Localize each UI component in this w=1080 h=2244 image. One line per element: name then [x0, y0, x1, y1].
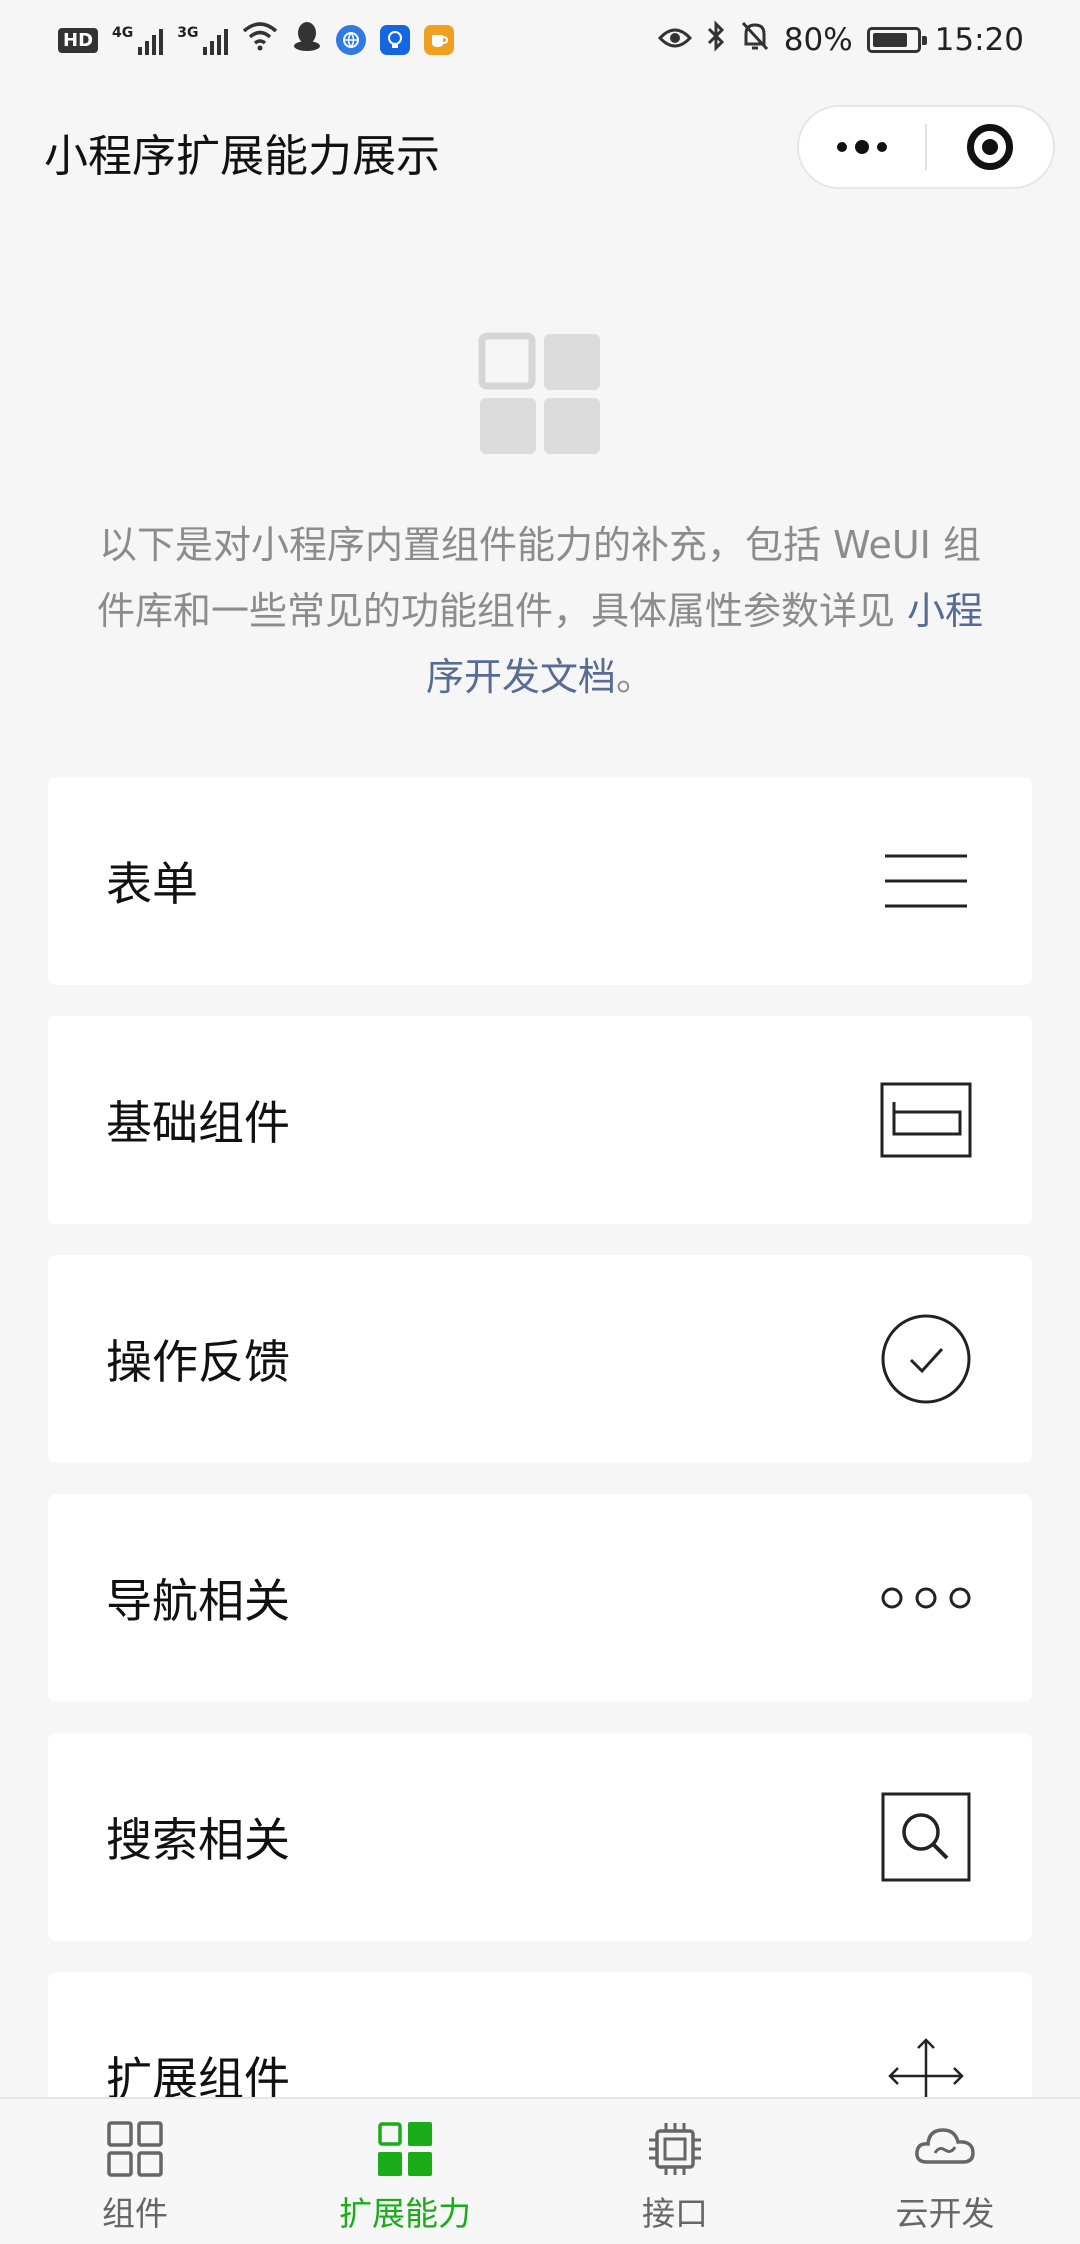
status-time: 15:20 — [934, 22, 1024, 58]
cup-app-icon — [424, 25, 455, 55]
menu-item-label: 表单 — [106, 857, 198, 911]
status-right: 80% 15:20 — [657, 20, 1024, 60]
eye-icon — [657, 22, 692, 58]
hd-badge: HD — [58, 27, 99, 53]
status-left: HD 4G 3G — [58, 20, 455, 60]
tab-label: 组件 — [102, 2194, 168, 2233]
tab-label: 接口 — [642, 2194, 708, 2233]
bluetooth-icon — [706, 20, 726, 60]
more-dots-icon — [837, 140, 887, 154]
target-icon — [966, 124, 1013, 170]
bell-off-icon — [740, 20, 770, 60]
intro-text-end: 。 — [616, 655, 655, 699]
close-button[interactable] — [927, 107, 1053, 187]
signal-3g-icon: 3G — [177, 25, 229, 55]
battery-fill — [872, 33, 907, 47]
page-title: 小程序扩展能力展示 — [44, 131, 440, 182]
lightbulb-app-icon — [380, 25, 411, 55]
browser-app-icon — [336, 25, 367, 55]
screen: HD 4G 3G 80% 15:20 小程序扩展能力展示 以下是对小程序内置组件… — [0, 0, 1080, 2244]
cloud-icon — [913, 2117, 977, 2181]
signal-3g-label: 3G — [177, 25, 199, 41]
wifi-icon — [242, 21, 278, 59]
signal-4g-icon: 4G — [112, 25, 164, 55]
menu-item-label: 导航相关 — [106, 1574, 290, 1628]
tab-components[interactable]: 组件 — [0, 2099, 270, 2244]
grid-icon — [103, 2117, 167, 2181]
nav-bar: 小程序扩展能力展示 — [0, 80, 1080, 210]
tab-bar: 组件 扩展能力 接口 云开发 — [0, 2097, 1080, 2244]
search-icon — [876, 1787, 976, 1887]
menu-item-feedback[interactable]: 操作反馈 — [48, 1255, 1032, 1463]
tab-api[interactable]: 接口 — [540, 2099, 810, 2244]
capsule-menu — [797, 105, 1055, 189]
tab-label: 云开发 — [895, 2194, 995, 2233]
menu-item-navigation[interactable]: 导航相关 — [48, 1494, 1032, 1702]
grid-filled-icon — [373, 2117, 437, 2181]
intro-text: 以下是对小程序内置组件能力的补充，包括 WeUI 组件库和一些常见的功能组件，具… — [90, 512, 990, 710]
menu-item-form[interactable]: 表单 — [48, 777, 1032, 985]
tab-cloud[interactable]: 云开发 — [810, 2099, 1080, 2244]
extension-logo-icon — [476, 330, 604, 462]
menu-item-label: 操作反馈 — [106, 1335, 290, 1389]
basic-component-icon — [876, 1070, 976, 1170]
more-button[interactable] — [799, 107, 925, 187]
battery-icon — [866, 27, 927, 53]
signal-4g-label: 4G — [112, 25, 134, 41]
menu-item-label: 搜索相关 — [106, 1813, 290, 1867]
form-lines-icon — [876, 831, 976, 931]
menu-item-search[interactable]: 搜索相关 — [48, 1733, 1032, 1941]
qq-icon — [292, 20, 322, 60]
three-dots-icon — [876, 1548, 976, 1648]
tab-label: 扩展能力 — [339, 2194, 471, 2233]
battery-percent: 80% — [783, 22, 853, 58]
status-bar: HD 4G 3G 80% 15:20 — [0, 0, 1080, 80]
menu-item-basic-components[interactable]: 基础组件 — [48, 1016, 1032, 1224]
chip-icon — [643, 2117, 707, 2181]
menu-item-label: 基础组件 — [106, 1096, 290, 1150]
intro-text-main: 以下是对小程序内置组件能力的补充，包括 WeUI 组件库和一些常见的功能组件，具… — [96, 523, 981, 633]
tab-extensions[interactable]: 扩展能力 — [270, 2099, 540, 2244]
check-circle-icon — [876, 1309, 976, 1409]
